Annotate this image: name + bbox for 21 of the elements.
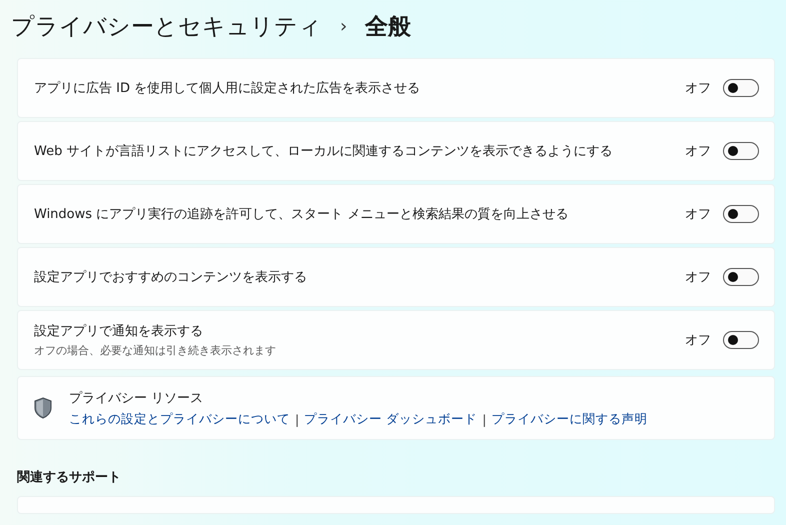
link-separator: |	[295, 412, 300, 426]
setting-label: アプリに広告 ID を使用して個人用に設定された広告を表示させる	[34, 80, 422, 97]
toggle-state-label: オフ	[685, 143, 711, 160]
privacy-link[interactable]: プライバシーに関する声明	[491, 410, 648, 428]
setting-label: 設定アプリでおすすめのコンテンツを表示する	[34, 269, 308, 286]
section-title: プライバシー リソース	[69, 390, 204, 406]
page-title: 全般	[365, 12, 412, 42]
breadcrumb-link[interactable]: プライバシーとセキュリティ	[11, 10, 322, 42]
section-heading: 関連するサポート	[17, 469, 122, 486]
setting-label: Windows にアプリ実行の追跡を許可して、スタート メニューと検索結果の質を向上させる	[34, 206, 570, 223]
setting-description: オフの場合、必要な通知は引き続き表示されます	[34, 343, 277, 358]
link-separator: |	[482, 412, 486, 426]
privacy-link[interactable]: これらの設定とプライバシーについて	[69, 410, 290, 428]
toggle-state-label: オフ	[685, 269, 711, 286]
setting-label: 設定アプリで通知を表示する	[34, 323, 204, 340]
toggle-state-label: オフ	[685, 80, 711, 97]
breadcrumb-chevron: ›	[340, 16, 348, 36]
toggle-state-label: オフ	[685, 332, 711, 349]
toggle-state-label: オフ	[685, 206, 711, 223]
privacy-link[interactable]: プライバシー ダッシュボード	[304, 410, 478, 428]
setting-label: Web サイトが言語リストにアクセスして、ローカルに関連するコンテンツを表示できるようにする	[34, 143, 614, 160]
